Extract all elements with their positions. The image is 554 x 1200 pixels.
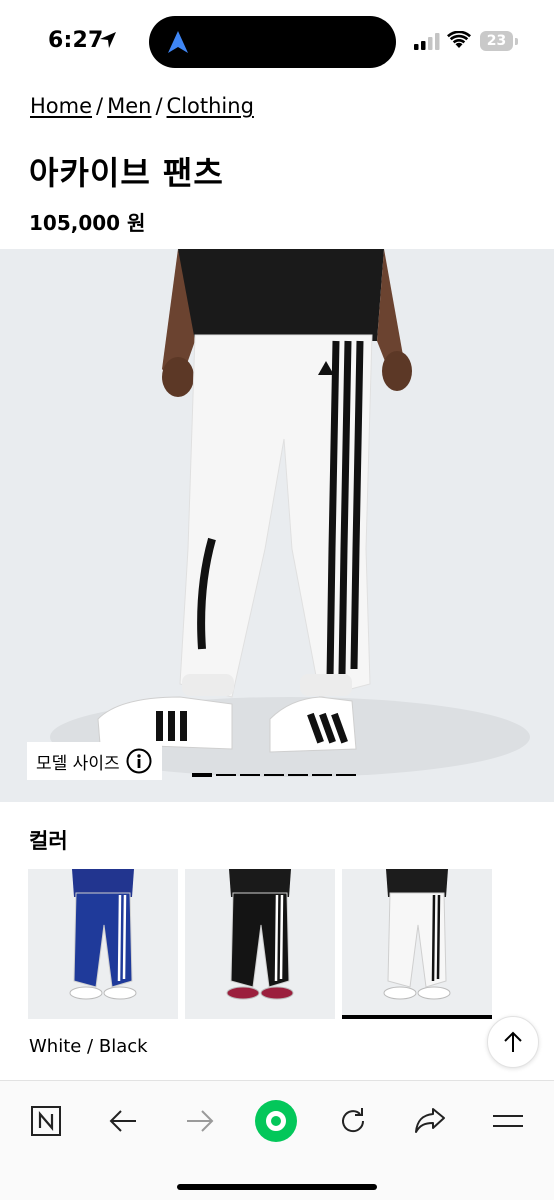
browser-toolbar	[0, 1080, 554, 1200]
status-time: 6:27	[48, 28, 104, 53]
share-icon	[415, 1108, 445, 1133]
signal-icon	[414, 33, 440, 50]
breadcrumb: Home / Men / Clothing	[30, 94, 254, 118]
menu-icon	[493, 1115, 523, 1127]
scroll-to-top-button[interactable]	[487, 1016, 539, 1068]
breadcrumb-separator: /	[96, 94, 104, 118]
model-size-label: 모델 사이즈	[36, 753, 120, 774]
navigation-a-icon	[168, 31, 188, 53]
info-icon	[126, 748, 152, 774]
battery-level: 23	[486, 33, 507, 49]
refresh-icon	[342, 1108, 365, 1133]
status-bar: 6:27 23	[0, 0, 554, 84]
share-button[interactable]	[408, 1099, 452, 1143]
swatch-thumbnail	[69, 869, 137, 1000]
carousel-dot[interactable]	[312, 774, 332, 776]
swatch-thumbnail	[226, 869, 294, 1000]
selected-color-name: White / Black	[29, 1036, 148, 1057]
location-arrow-icon	[100, 32, 116, 48]
breadcrumb-clothing-link[interactable]: Clothing	[167, 94, 254, 118]
carousel-dot[interactable]	[192, 773, 212, 777]
forward-arrow-icon	[187, 1110, 214, 1132]
carousel-pager	[192, 773, 356, 777]
naver-home-button[interactable]	[24, 1099, 68, 1143]
back-arrow-icon	[109, 1110, 136, 1132]
home-indicator	[177, 1184, 377, 1190]
carousel-dot[interactable]	[240, 774, 260, 776]
product-title: 아카이브 팬츠	[29, 154, 224, 192]
color-section-title: 컬러	[29, 829, 68, 853]
green-dot-button[interactable]	[254, 1099, 298, 1143]
battery-icon: 23	[480, 31, 518, 51]
naver-logo-icon	[31, 1106, 61, 1136]
carousel-dot[interactable]	[264, 774, 284, 776]
breadcrumb-home-link[interactable]: Home	[30, 94, 92, 118]
carousel-dot[interactable]	[336, 774, 356, 776]
carousel-dot[interactable]	[288, 774, 308, 776]
dynamic-island	[149, 16, 396, 68]
model-size-button[interactable]: 모델 사이즈	[27, 742, 162, 780]
breadcrumb-separator: /	[155, 94, 163, 118]
refresh-button[interactable]	[331, 1099, 375, 1143]
color-swatch-black[interactable]	[185, 869, 335, 1019]
arrow-up-icon	[504, 1031, 522, 1052]
menu-button[interactable]	[486, 1099, 530, 1143]
color-swatch-list	[28, 869, 492, 1019]
product-image-carousel[interactable]: 모델 사이즈	[0, 249, 554, 802]
product-price: 105,000 원	[29, 211, 146, 235]
breadcrumb-men-link[interactable]: Men	[107, 94, 151, 118]
back-button[interactable]	[101, 1099, 145, 1143]
color-swatch-blue[interactable]	[28, 869, 178, 1019]
green-circle-icon	[255, 1100, 297, 1142]
color-swatch-white[interactable]	[342, 869, 492, 1019]
product-photo	[50, 249, 530, 777]
forward-button[interactable]	[178, 1099, 222, 1143]
carousel-dot[interactable]	[216, 774, 236, 776]
wifi-icon	[447, 31, 471, 48]
swatch-thumbnail	[383, 869, 451, 1000]
